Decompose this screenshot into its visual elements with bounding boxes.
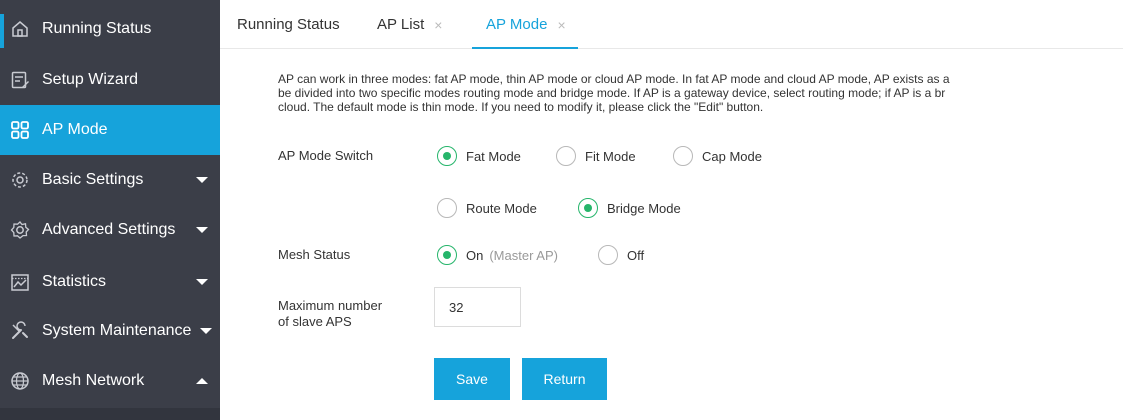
radio-checked-icon: [437, 146, 457, 166]
grid-icon: [9, 119, 31, 141]
radio-label: Off: [627, 247, 645, 263]
globe-icon: [9, 370, 31, 392]
sidebar-item-label: Running Status: [42, 20, 152, 37]
mode-description: AP can work in three modes: fat AP mode,…: [278, 72, 1123, 114]
save-button[interactable]: Save: [434, 358, 510, 400]
sidebar-item-system-maintenance[interactable]: System Maintenance: [0, 306, 220, 356]
tab-ap-list[interactable]: AP List ×: [377, 0, 442, 49]
app-window: Running Status Setup Wizard AP Mode Basi…: [0, 0, 1123, 420]
sidebar-item-mesh-network[interactable]: Mesh Network: [0, 356, 220, 406]
sidebar-item-running-status[interactable]: Running Status: [0, 4, 220, 54]
chevron-down-icon: [196, 279, 208, 285]
radio-label: Fit Mode: [585, 148, 636, 164]
max-slave-label-line: of slave APS: [278, 314, 352, 329]
radio-mesh-on[interactable]: On (Master AP): [437, 245, 558, 265]
gear-icon: [9, 169, 31, 191]
radio-label: Fat Mode: [466, 148, 521, 164]
sidebar-item-label: Mesh Network: [42, 372, 145, 389]
radio-unchecked-icon: [556, 146, 576, 166]
sidebar-item-label: AP Mode: [42, 121, 108, 138]
sidebar-item-statistics[interactable]: Statistics: [0, 257, 220, 307]
close-icon[interactable]: ×: [557, 17, 565, 33]
sidebar: Running Status Setup Wizard AP Mode Basi…: [0, 0, 220, 420]
tab-ap-mode[interactable]: AP Mode ×: [472, 0, 578, 49]
mesh-status-label: Mesh Status: [278, 247, 351, 262]
radio-cap-mode[interactable]: Cap Mode: [673, 146, 762, 166]
radio-fat-mode[interactable]: Fat Mode: [437, 146, 521, 166]
sidebar-item-advanced-settings[interactable]: Advanced Settings: [0, 205, 220, 255]
home-icon: [9, 18, 31, 40]
max-slave-input[interactable]: [434, 287, 521, 327]
radio-mesh-off[interactable]: Off: [598, 245, 644, 265]
chevron-down-icon: [196, 227, 208, 233]
sidebar-item-ap-mode[interactable]: AP Mode: [0, 105, 220, 155]
radio-fit-mode[interactable]: Fit Mode: [556, 146, 636, 166]
tab-label: AP Mode: [486, 16, 548, 33]
sidebar-item-label: Setup Wizard: [42, 71, 139, 88]
chevron-down-icon: [200, 328, 212, 334]
wizard-icon: [9, 69, 31, 91]
sidebar-item-label: Statistics: [42, 273, 107, 290]
radio-checked-icon: [578, 198, 598, 218]
tab-label: AP List: [377, 16, 425, 33]
tab-running-status[interactable]: Running Status: [237, 0, 340, 49]
tab-bar: Running Status AP List × AP Mode ×: [220, 0, 1123, 49]
description-line: AP can work in three modes: fat AP mode,…: [278, 72, 950, 86]
master-ap-hint: (Master AP): [489, 247, 558, 263]
ap-mode-switch-label: AP Mode Switch: [278, 148, 374, 163]
return-button[interactable]: Return: [522, 358, 607, 400]
description-line: be divided into two specific modes routi…: [278, 86, 946, 100]
chevron-down-icon: [196, 177, 208, 183]
tab-label: Running Status: [237, 16, 340, 33]
sidebar-item-label: System Maintenance: [42, 322, 192, 339]
sidebar-item-label: Advanced Settings: [42, 221, 176, 238]
sidebar-item-setup-wizard[interactable]: Setup Wizard: [0, 55, 220, 105]
radio-checked-icon: [437, 245, 457, 265]
sidebar-submenu: [0, 408, 220, 420]
chevron-up-icon: [196, 378, 208, 384]
sidebar-item-label: Basic Settings: [42, 171, 144, 188]
radio-unchecked-icon: [437, 198, 457, 218]
advanced-gear-icon: [9, 219, 31, 241]
radio-label: Route Mode: [466, 200, 537, 216]
radio-label: On: [466, 247, 484, 263]
sidebar-item-basic-settings[interactable]: Basic Settings: [0, 155, 220, 205]
close-icon[interactable]: ×: [434, 17, 442, 33]
tools-icon: [9, 320, 31, 342]
radio-label: Bridge Mode: [607, 200, 681, 216]
chart-icon: [9, 271, 31, 293]
max-slave-label: Maximum number of slave APS: [278, 298, 382, 330]
radio-unchecked-icon: [598, 245, 618, 265]
radio-unchecked-icon: [673, 146, 693, 166]
radio-label: Cap Mode: [702, 148, 762, 164]
radio-route-mode[interactable]: Route Mode: [437, 198, 537, 218]
description-line: cloud. The default mode is thin mode. If…: [278, 100, 764, 114]
max-slave-label-line: Maximum number: [278, 298, 383, 313]
radio-bridge-mode[interactable]: Bridge Mode: [578, 198, 681, 218]
